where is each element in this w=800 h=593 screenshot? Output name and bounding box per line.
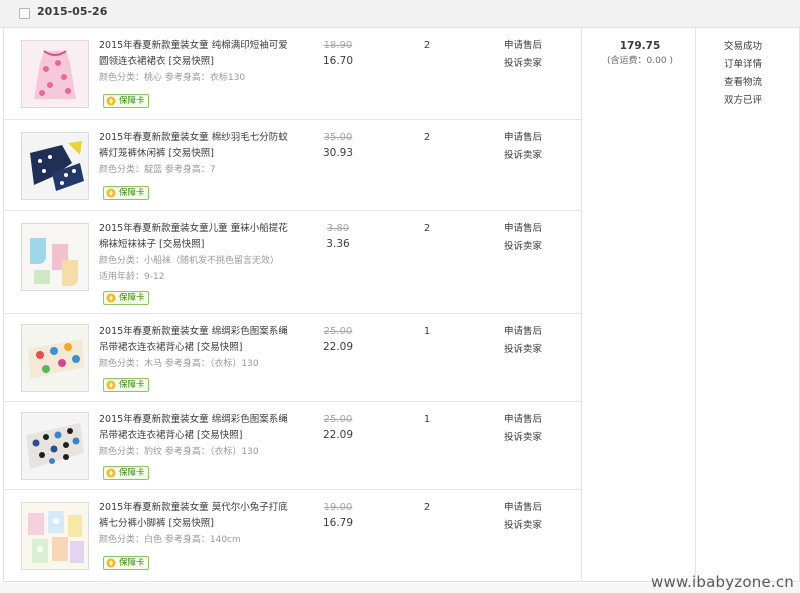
apply-after-sale-link[interactable]: 申请售后 (504, 324, 542, 340)
item-title[interactable]: 2015年春夏新款童装女童 绵绸彩色图案系绳吊带裙衣连衣裙背心裙 [交易快照] (99, 324, 289, 356)
complain-seller-link[interactable]: 投诉卖家 (504, 342, 542, 358)
order-item-row: 2015年春夏新款童装女童 莫代尔小兔子打底裤七分裤小脚裤 [交易快照] 颜色分… (4, 490, 581, 582)
order-item-row: 2015年春夏新款童装女童 绵绸彩色图案系绳吊带裙衣连衣裙背心裙 [交易快照] … (4, 402, 581, 490)
order-item-row: 2015年春夏新款童装女童儿童 童袜小船提花棉袜短袜袜子 [交易快照] 颜色分类… (4, 211, 581, 314)
original-price: 18.90 (323, 40, 353, 51)
item-quantity: 2 (423, 132, 431, 143)
order-table: 2015年春夏新款童装女童 纯棉满印短袖可爱圆领连衣裙裙衣 [交易快照] 颜色分… (3, 28, 800, 582)
item-quantity: 1 (423, 326, 431, 337)
socks-icon[interactable] (21, 223, 89, 291)
complain-seller-link[interactable]: 投诉卖家 (504, 148, 542, 164)
original-price: 3.80 (326, 223, 350, 234)
order-select-checkbox[interactable] (19, 8, 30, 19)
order-freight: (含运费：0.00 ) (607, 56, 673, 66)
item-spec: 颜色分类：靛蓝 参考身高：7 (99, 165, 216, 175)
complain-seller-link[interactable]: 投诉卖家 (504, 56, 542, 72)
order-header: 2015-05-26 (0, 0, 800, 28)
apply-after-sale-link[interactable]: 申请售后 (504, 412, 542, 428)
guarantee-badge[interactable]: 保障卡 (103, 94, 149, 108)
guarantee-icon (106, 558, 116, 568)
guarantee-badge[interactable]: 保障卡 (103, 186, 149, 200)
pink-floral-dress-icon[interactable] (21, 40, 89, 108)
item-title[interactable]: 2015年春夏新款童装女童 绵绸彩色图案系绳吊带裙衣连衣裙背心裙 [交易快照] (99, 412, 289, 444)
guarantee-badge[interactable]: 保障卡 (103, 556, 149, 570)
item-price: 16.70 (322, 55, 354, 67)
guarantee-badge[interactable]: 保障卡 (103, 291, 149, 305)
original-price: 35.00 (323, 132, 353, 143)
print-dress-icon[interactable] (21, 324, 89, 392)
view-logistics-link[interactable]: 查看物流 (724, 74, 799, 92)
apply-after-sale-link[interactable]: 申请售后 (504, 38, 542, 54)
guarantee-label: 保障卡 (119, 188, 145, 198)
trade-status: 交易成功 (724, 41, 763, 52)
item-spec: 颜色分类：小船袜（随机发不挑色留言无效） 适用年龄：9-12 (99, 256, 280, 282)
guarantee-icon (106, 96, 116, 106)
order-item-row: 2015年春夏新款童装女童 纯棉满印短袖可爱圆领连衣裙裙衣 [交易快照] 颜色分… (4, 28, 581, 120)
order-total: 179.75 (含运费：0.00 ) (582, 38, 698, 68)
review-status: 双方已评 (724, 95, 763, 106)
column-divider (695, 28, 696, 581)
order-item-row: 2015年春夏新款童装女童 绵绸彩色图案系绳吊带裙衣连衣裙背心裙 [交易快照] … (4, 314, 581, 402)
item-title[interactable]: 2015年春夏新款童装女童 棉纱羽毛七分防蚊裤灯笼裤休闲裤 [交易快照] (99, 130, 289, 162)
order-detail-link[interactable]: 订单详情 (724, 56, 799, 74)
bunny-leggings-icon[interactable] (21, 502, 89, 570)
apply-after-sale-link[interactable]: 申请售后 (504, 130, 542, 146)
item-quantity: 2 (423, 223, 431, 234)
original-price: 19.00 (323, 502, 353, 513)
item-spec: 颜色分类：木马 参考身高：（衣标）130 (99, 359, 259, 369)
original-price: 25.00 (323, 326, 353, 337)
navy-pants-icon[interactable] (21, 132, 89, 200)
item-quantity: 2 (423, 502, 431, 513)
item-spec: 颜色分类：白色 参考身高：140cm (99, 535, 241, 545)
item-price: 22.09 (322, 429, 354, 441)
apply-after-sale-link[interactable]: 申请售后 (504, 221, 542, 237)
watermark: www.ibabyzone.cn (651, 573, 794, 591)
leopard-dress-icon[interactable] (21, 412, 89, 480)
order-date: 2015-05-26 (37, 5, 108, 18)
item-title[interactable]: 2015年春夏新款童装女童 纯棉满印短袖可爱圆领连衣裙裙衣 [交易快照] (99, 38, 289, 70)
item-title[interactable]: 2015年春夏新款童装女童儿童 童袜小船提花棉袜短袜袜子 [交易快照] (99, 221, 289, 253)
item-price: 22.09 (322, 341, 354, 353)
item-spec: 颜色分类：豹纹 参考身高：（衣标）130 (99, 447, 259, 457)
column-divider (581, 28, 582, 581)
item-price: 30.93 (322, 147, 354, 159)
complain-seller-link[interactable]: 投诉卖家 (504, 239, 542, 255)
guarantee-icon (106, 188, 116, 198)
item-quantity: 2 (423, 40, 431, 51)
order-total-amount: 179.75 (619, 40, 661, 52)
order-item-row: 2015年春夏新款童装女童 棉纱羽毛七分防蚊裤灯笼裤休闲裤 [交易快照] 颜色分… (4, 120, 581, 211)
guarantee-icon (106, 468, 116, 478)
guarantee-label: 保障卡 (119, 380, 145, 390)
complain-seller-link[interactable]: 投诉卖家 (504, 518, 542, 534)
guarantee-icon (106, 293, 116, 303)
guarantee-label: 保障卡 (119, 468, 145, 478)
apply-after-sale-link[interactable]: 申请售后 (504, 500, 542, 516)
order-status-panel: 交易成功 订单详情 查看物流 双方已评 (724, 38, 799, 110)
item-price: 3.36 (326, 238, 350, 250)
item-spec: 颜色分类：桃心 参考身高：衣标130 (99, 73, 246, 83)
item-quantity: 1 (423, 414, 431, 425)
guarantee-badge[interactable]: 保障卡 (103, 466, 149, 480)
complain-seller-link[interactable]: 投诉卖家 (504, 430, 542, 446)
original-price: 25.00 (323, 414, 353, 425)
guarantee-badge[interactable]: 保障卡 (103, 378, 149, 392)
guarantee-label: 保障卡 (119, 293, 145, 303)
guarantee-label: 保障卡 (119, 96, 145, 106)
item-price: 16.79 (322, 517, 354, 529)
item-title[interactable]: 2015年春夏新款童装女童 莫代尔小兔子打底裤七分裤小脚裤 [交易快照] (99, 500, 289, 532)
guarantee-label: 保障卡 (119, 558, 145, 568)
guarantee-icon (106, 380, 116, 390)
